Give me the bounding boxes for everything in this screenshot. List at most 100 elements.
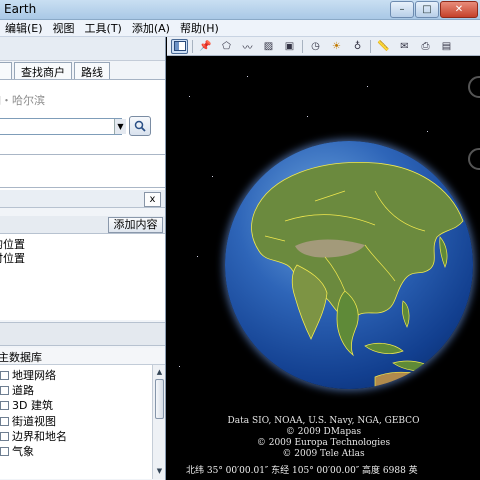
close-button[interactable]: ✕	[440, 1, 478, 18]
star	[197, 256, 198, 257]
add-overlay-button[interactable]: ▨	[260, 39, 277, 54]
star	[212, 176, 213, 177]
layers-separator	[0, 322, 165, 346]
email-button[interactable]: ✉	[396, 39, 413, 54]
coordinates-readout: 北纬 35° 00′00.01″ 东经 105° 00′00.00″ 高度 69…	[186, 466, 418, 476]
window-title: Earth	[4, 2, 37, 16]
sidebar-toggle-button[interactable]	[171, 38, 188, 54]
scroll-down-icon[interactable]: ▼	[154, 466, 165, 477]
search-history-dropdown[interactable]: ▼	[114, 119, 126, 134]
menu-help[interactable]: 帮助(H)	[175, 20, 224, 36]
earth-globe[interactable]	[225, 141, 473, 389]
layer-checkbox[interactable]	[0, 370, 9, 380]
star	[367, 86, 368, 87]
search-icon	[134, 120, 146, 132]
layer-checkbox[interactable]	[0, 385, 9, 395]
star	[247, 76, 248, 77]
tour-icon: ▣	[284, 40, 295, 52]
tab-directions[interactable]: 路线	[74, 62, 110, 79]
attribution-line: © 2009 Tele Atlas	[282, 449, 365, 459]
layer-checkbox[interactable]	[0, 416, 9, 426]
search-hint: 如・哈尔滨	[0, 94, 45, 107]
title-bar: Earth – □ ✕	[0, 0, 480, 20]
layer-label: 气象	[12, 445, 34, 458]
search-panel-header	[0, 37, 165, 61]
sidebar: 查找商户 路线 如・哈尔滨 ▼ x 添加内容 的位置 时位置 主数据库 地理网络…	[0, 37, 166, 480]
layer-item[interactable]: 道路	[0, 382, 34, 398]
tab-find-business[interactable]: 查找商户	[14, 62, 72, 79]
layers-database-label: 主数据库	[0, 351, 42, 364]
print-icon: ⎙	[421, 40, 430, 52]
planets-icon: ♁	[353, 40, 362, 52]
status-bar: 北纬 35° 00′00.01″ 东经 105° 00′00.00″ 高度 69…	[167, 461, 480, 480]
toolbar-separator	[370, 39, 371, 53]
layer-item[interactable]: 3D 建筑	[0, 397, 53, 413]
historical-imagery-button[interactable]: ◷	[307, 39, 324, 54]
search-button[interactable]	[129, 116, 151, 136]
window-controls: – □ ✕	[390, 1, 478, 18]
view-in-maps-button[interactable]: ▤	[438, 39, 455, 54]
star	[307, 116, 308, 117]
continents-map	[251, 162, 464, 389]
ruler-icon: 📏	[377, 40, 390, 52]
list-item[interactable]: 时位置	[0, 250, 25, 266]
add-content-button[interactable]: 添加内容	[108, 217, 163, 233]
view-in-maps-icon: ▤	[441, 40, 452, 52]
layers-header: 主数据库	[0, 348, 165, 365]
layer-label: 地理网络	[12, 369, 56, 382]
print-button[interactable]: ⎙	[417, 39, 434, 54]
add-placemark-button[interactable]: 📌	[197, 39, 214, 54]
attribution-line: © 2009 DMapas	[285, 427, 362, 437]
attribution-line: Data SIO, NOAA, U.S. Navy, NGA, GEBCO	[227, 416, 420, 426]
overlay-icon: ▨	[263, 40, 274, 52]
tab-fly-to[interactable]	[0, 62, 12, 79]
places-list: 的位置 时位置	[0, 234, 165, 320]
layers-scrollbar[interactable]: ▲ ▼	[152, 365, 165, 479]
sunlight-button[interactable]: ☀	[328, 39, 345, 54]
ruler-button[interactable]: 📏	[375, 39, 392, 54]
earth-viewport[interactable]: Data SIO, NOAA, U.S. Navy, NGA, GEBCO © …	[167, 56, 480, 461]
add-path-button[interactable]: 〰	[239, 39, 256, 54]
layer-item[interactable]: 街道视图	[0, 413, 56, 429]
star	[427, 131, 428, 132]
panel-separator	[0, 190, 165, 208]
maximize-button[interactable]: □	[415, 1, 439, 18]
navigation-look[interactable]	[468, 148, 480, 170]
sidebar-icon	[173, 41, 186, 51]
add-polygon-button[interactable]: ⬠	[218, 39, 235, 54]
record-tour-button[interactable]: ▣	[281, 39, 298, 54]
polygon-icon: ⬠	[222, 40, 231, 52]
search-input[interactable]	[0, 118, 122, 135]
minimize-button[interactable]: –	[390, 1, 414, 18]
toolbar: 📌 ⬠ 〰 ▨ ▣ ◷ ☀ ♁ 📏 ✉ ⎙ ▤	[167, 37, 480, 56]
layer-checkbox[interactable]	[0, 431, 9, 441]
layer-checkbox[interactable]	[0, 446, 9, 456]
scroll-up-icon[interactable]: ▲	[154, 367, 165, 378]
menu-bar: 编辑(E) 视图 工具(T) 添加(A) 帮助(H)	[0, 20, 480, 37]
layer-label: 边界和地名	[12, 430, 67, 443]
planets-button[interactable]: ♁	[349, 39, 366, 54]
sun-icon: ☀	[332, 40, 341, 52]
layer-item[interactable]: 气象	[0, 443, 34, 459]
email-icon: ✉	[400, 40, 409, 52]
menu-add[interactable]: 添加(A)	[127, 20, 175, 36]
history-icon: ◷	[311, 40, 320, 52]
menu-tools[interactable]: 工具(T)	[80, 20, 127, 36]
attribution-line: © 2009 Europa Technologies	[256, 438, 391, 448]
layer-checkbox[interactable]	[0, 400, 9, 410]
layer-item[interactable]: 边界和地名	[0, 428, 67, 444]
scroll-thumb[interactable]	[155, 379, 164, 419]
toolbar-separator	[192, 39, 193, 53]
placemark-icon: 📌	[199, 40, 212, 52]
layer-label: 街道视图	[12, 415, 56, 428]
toolbar-separator	[302, 39, 303, 53]
search-results	[0, 154, 165, 188]
search-tabs: 查找商户 路线	[0, 61, 165, 79]
layer-item[interactable]: 地理网络	[0, 367, 56, 383]
navigation-compass[interactable]	[468, 76, 480, 98]
layer-label: 道路	[12, 384, 34, 397]
path-icon: 〰	[242, 42, 253, 54]
menu-edit[interactable]: 编辑(E)	[0, 20, 48, 36]
close-results-button[interactable]: x	[144, 192, 161, 207]
menu-view[interactable]: 视图	[48, 20, 80, 36]
